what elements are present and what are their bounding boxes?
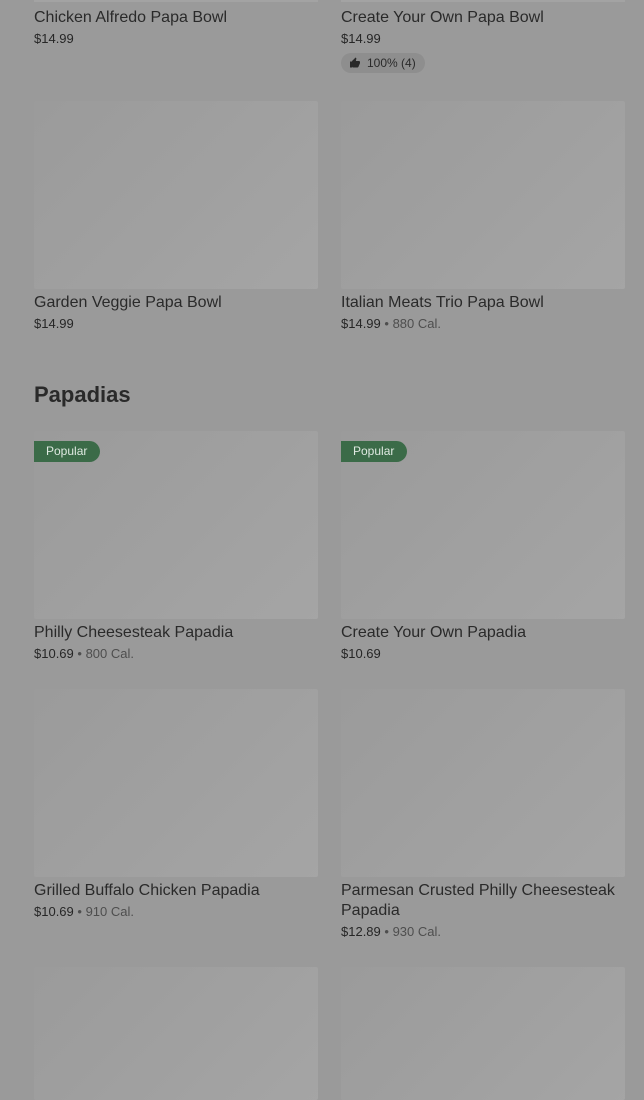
item-meta: $12.89 • 930 Cal.: [341, 924, 625, 940]
popular-badge: Popular: [34, 441, 101, 462]
menu-item-card[interactable]: Create Your Own Papa Bowl $14.99 100% (4…: [341, 4, 625, 74]
item-meta: $14.99: [34, 316, 318, 332]
menu-item-card[interactable]: Popular Create Your Own Papadia $10.69: [341, 431, 625, 662]
section-title: Papadias: [34, 382, 131, 407]
item-image[interactable]: [34, 101, 318, 289]
menu-page: Chicken Alfredo Papa Bowl $14.99 Create …: [0, 0, 644, 1100]
item-meta: $10.69 • 910 Cal.: [34, 904, 318, 920]
item-image[interactable]: Popular: [341, 431, 625, 619]
menu-item-card[interactable]: Italian Meats Trio Papa Bowl $14.99 • 88…: [341, 101, 625, 332]
item-meta: $10.69 • 800 Cal.: [34, 646, 318, 662]
item-image[interactable]: [34, 967, 318, 1100]
item-image[interactable]: Popular: [34, 431, 318, 619]
item-price: $10.69: [34, 646, 74, 661]
item-image[interactable]: [34, 689, 318, 877]
separator-dot: •: [384, 924, 389, 939]
item-name: Grilled Buffalo Chicken Papadia: [34, 882, 260, 899]
item-calories: 880 Cal.: [392, 316, 441, 331]
item-calories: 930 Cal.: [392, 924, 441, 939]
item-price: $12.89: [341, 924, 381, 939]
item-name: Create Your Own Papadia: [341, 624, 527, 641]
rating-text: 100% (4): [367, 56, 416, 70]
menu-item-card[interactable]: Popular Philly Cheesesteak Papadia $10.6…: [34, 431, 318, 662]
item-name: Garden Veggie Papa Bowl: [34, 294, 222, 311]
item-name: Philly Cheesesteak Papadia: [34, 624, 234, 641]
item-price: $14.99: [34, 316, 74, 331]
menu-item-card[interactable]: Parmesan Crusted Philly Cheesesteak Papa…: [341, 689, 625, 940]
menu-item-card[interactable]: Garden Veggie Papa Bowl $14.99: [34, 101, 318, 332]
menu-item-card[interactable]: Chicken Alfredo Papa Bowl $14.99: [34, 4, 318, 47]
popular-badge: Popular: [341, 441, 408, 462]
item-name: Create Your Own Papa Bowl: [341, 9, 544, 26]
item-calories: 910 Cal.: [85, 904, 134, 919]
item-image[interactable]: [341, 101, 625, 289]
item-price: $10.69: [34, 904, 74, 919]
separator-dot: •: [77, 646, 82, 661]
rating-badge: 100% (4): [341, 53, 425, 73]
item-price: $10.69: [341, 646, 381, 661]
item-name: Parmesan Crusted Philly Cheesesteak Papa…: [341, 882, 615, 919]
item-image[interactable]: [341, 967, 625, 1100]
item-calories: 800 Cal.: [85, 646, 134, 661]
item-price: $14.99: [341, 31, 381, 46]
thumbs-up-icon: [350, 57, 360, 68]
menu-item-card[interactable]: Grilled Buffalo Chicken Papadia $10.69 •…: [34, 689, 318, 920]
item-meta: $10.69: [341, 646, 625, 662]
item-meta: $14.99: [341, 31, 625, 47]
item-name: Chicken Alfredo Papa Bowl: [34, 9, 227, 26]
separator-dot: •: [384, 316, 389, 331]
item-image[interactable]: [34, 0, 318, 2]
menu-item-card[interactable]: [34, 967, 318, 1100]
item-price: $14.99: [341, 316, 381, 331]
item-meta: $14.99: [34, 31, 318, 47]
item-image[interactable]: [341, 689, 625, 877]
item-name: Italian Meats Trio Papa Bowl: [341, 294, 544, 311]
menu-item-card[interactable]: [341, 967, 625, 1100]
item-price: $14.99: [34, 31, 74, 46]
item-image[interactable]: [341, 0, 625, 2]
item-meta: $14.99 • 880 Cal.: [341, 316, 625, 332]
separator-dot: •: [77, 904, 82, 919]
